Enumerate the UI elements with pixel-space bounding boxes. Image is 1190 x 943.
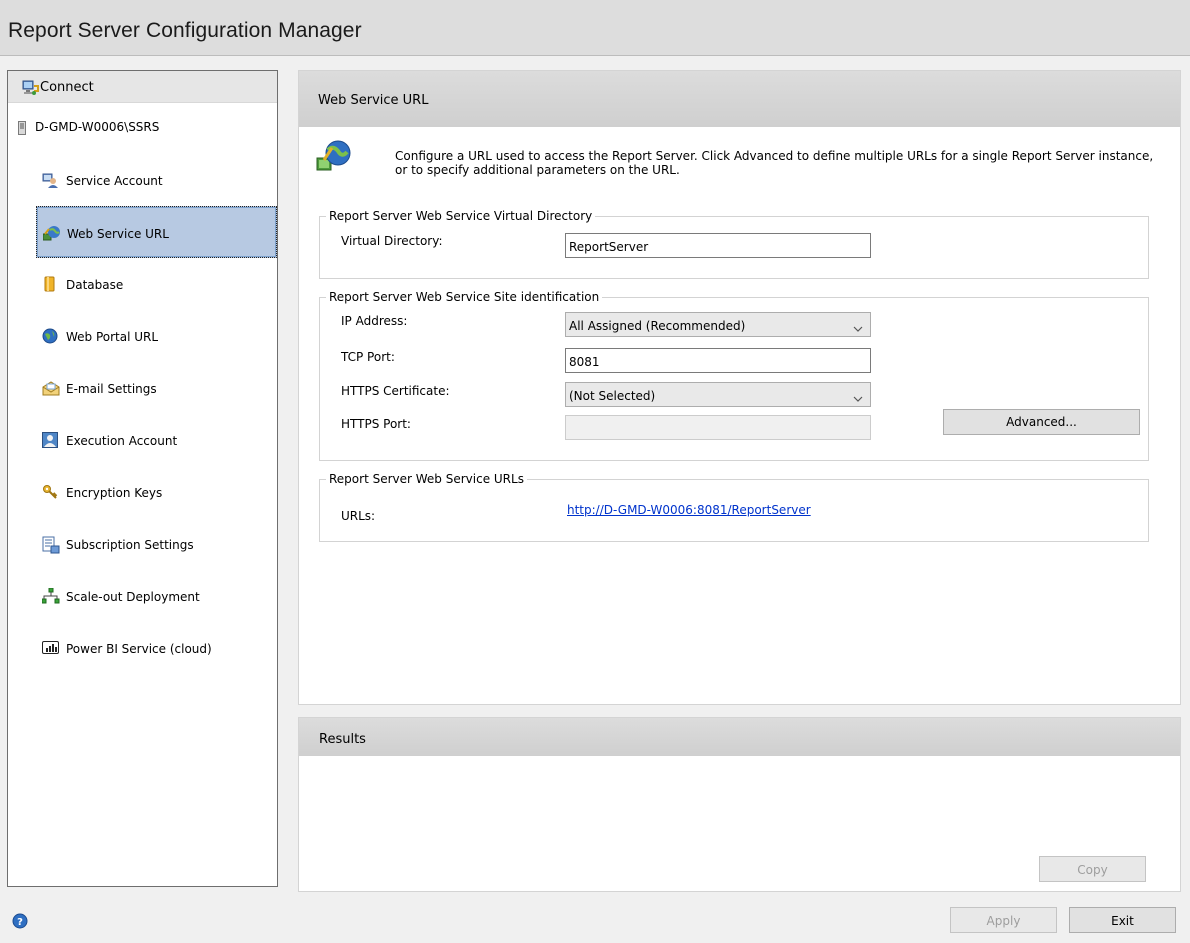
sidebar-item-label: Web Portal URL — [66, 330, 159, 344]
intro-description: Configure a URL used to access the Repor… — [395, 149, 1154, 177]
connect-label: Connect — [40, 80, 94, 95]
database-icon — [42, 276, 58, 292]
sidebar-item-label: Subscription Settings — [66, 538, 194, 552]
https-certificate-select[interactable]: (Not Selected) — [565, 382, 871, 407]
sidebar-item-label: Web Service URL — [67, 227, 169, 241]
service-account-icon — [42, 172, 58, 188]
chevron-down-icon — [853, 391, 863, 405]
sidebar-item-power-bi-service[interactable]: Power BI Service (cloud) — [36, 622, 277, 674]
help-icon[interactable]: ? — [12, 913, 28, 932]
results-panel: Results Copy — [298, 717, 1181, 892]
chevron-down-icon — [853, 321, 863, 335]
sidebar-item-encryption-keys[interactable]: Encryption Keys — [36, 466, 277, 518]
sidebar-item-service-account[interactable]: Service Account — [36, 154, 277, 206]
globe-icon — [42, 328, 58, 344]
copy-button[interactable]: Copy — [1039, 856, 1146, 882]
sidebar-item-label: Service Account — [66, 174, 163, 188]
web-service-url-icon — [42, 225, 60, 241]
group-legend: Report Server Web Service Site identific… — [329, 290, 600, 304]
group-legend: Report Server Web Service URLs — [329, 472, 524, 486]
subscription-icon — [42, 536, 60, 554]
sidebar-item-database[interactable]: Database — [36, 258, 277, 310]
connect-icon — [22, 80, 40, 99]
group-legend: Report Server Web Service Virtual Direct… — [329, 209, 593, 223]
sidebar-item-label: Encryption Keys — [66, 486, 163, 500]
apply-button[interactable]: Apply — [950, 907, 1057, 933]
ip-address-label: IP Address: — [341, 314, 408, 328]
https-port-input[interactable] — [565, 415, 871, 440]
sidebar-item-label: Execution Account — [66, 434, 178, 448]
sidebar-item-subscription-settings[interactable]: Subscription Settings — [36, 518, 277, 570]
user-account-icon — [42, 432, 58, 448]
results-header: Results — [299, 718, 1180, 756]
tcp-port-label: TCP Port: — [341, 350, 395, 364]
sidebar: Connect D-GMD-W0006\SSRS Service Account — [7, 70, 278, 887]
tcp-port-input[interactable]: 8081 — [565, 348, 871, 373]
sidebar-item-label: Scale-out Deployment — [66, 590, 200, 604]
sidebar-item-scale-out-deployment[interactable]: Scale-out Deployment — [36, 570, 277, 622]
svg-text:?: ? — [17, 917, 23, 928]
virtual-directory-input[interactable]: ReportServer — [565, 233, 871, 258]
results-title: Results — [319, 732, 366, 747]
https-certificate-label: HTTPS Certificate: — [341, 384, 450, 398]
server-name: D-GMD-W0006\SSRS — [35, 120, 160, 134]
report-server-url-link[interactable]: http://D-GMD-W0006:8081/ReportServer — [567, 503, 811, 517]
sidebar-item-label: Database — [66, 278, 124, 292]
sidebar-item-execution-account[interactable]: Execution Account — [36, 414, 277, 466]
urls-label: URLs: — [341, 509, 376, 523]
network-icon — [41, 587, 60, 604]
powerbi-icon — [42, 640, 59, 656]
server-node[interactable]: D-GMD-W0006\SSRS — [18, 120, 159, 138]
panel-title: Web Service URL — [318, 93, 429, 108]
exit-button[interactable]: Exit — [1069, 907, 1176, 933]
window-title: Report Server Configuration Manager — [8, 19, 362, 42]
connect-button[interactable]: Connect — [8, 71, 277, 103]
sidebar-item-label: Power BI Service (cloud) — [66, 642, 212, 656]
sidebar-item-web-service-url[interactable]: Web Service URL — [36, 206, 277, 258]
ip-address-value: All Assigned (Recommended) — [569, 319, 746, 333]
server-icon — [18, 121, 26, 135]
panel-header: Web Service URL — [299, 71, 1180, 127]
web-service-url-icon — [316, 138, 352, 177]
sidebar-item-email-settings[interactable]: E-mail Settings — [36, 362, 277, 414]
title-bar: Report Server Configuration Manager — [0, 0, 1190, 56]
sidebar-item-web-portal-url[interactable]: Web Portal URL — [36, 310, 277, 362]
virtual-directory-label: Virtual Directory: — [341, 234, 443, 248]
ip-address-select[interactable]: All Assigned (Recommended) — [565, 312, 871, 337]
advanced-button[interactable]: Advanced... — [943, 409, 1140, 435]
https-certificate-value: (Not Selected) — [569, 389, 656, 403]
keys-icon — [42, 484, 58, 500]
https-port-label: HTTPS Port: — [341, 417, 411, 431]
web-service-url-panel: Web Service URL Configure a URL used to … — [298, 70, 1181, 705]
sidebar-item-label: E-mail Settings — [66, 382, 157, 396]
email-icon — [42, 380, 60, 396]
